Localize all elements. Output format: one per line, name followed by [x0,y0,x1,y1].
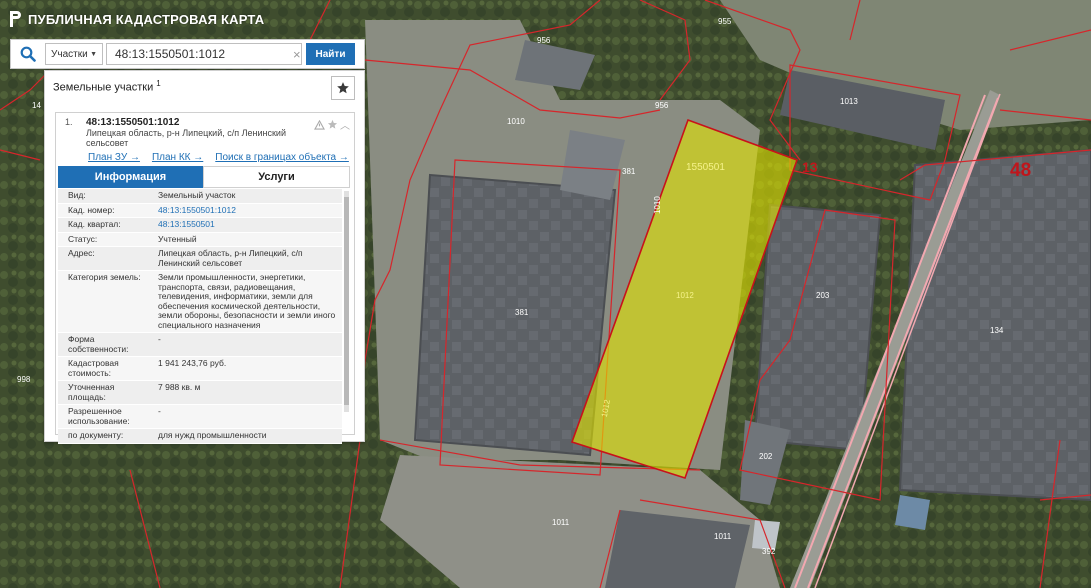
map-label-956: 956 [537,36,551,45]
map-label-14: 14 [32,101,41,110]
cad-quarter-link[interactable]: 48:13:1550501 [154,218,342,232]
result-count: 1 [156,79,161,88]
info-scrollbar[interactable] [344,191,349,412]
info-value: 7 988 кв. м [158,382,201,392]
search-icon[interactable] [11,40,45,68]
info-row-address: Адрес: Липецкая область, р-н Липецкий, с… [58,247,342,271]
info-key: по документу: [68,430,124,440]
tab-services[interactable]: Услуги [203,166,350,188]
map-label-1013: 1013 [840,97,858,106]
map-label-1550501: 1550501 [686,162,725,173]
info-row-cad-quarter: Кад. квартал: 48:13:1550501 [58,218,342,233]
search-input[interactable] [106,43,302,65]
map-label-956b: 956 [655,101,669,110]
info-key: Кад. номер: [68,204,115,215]
search-in-bounds-link[interactable]: Поиск в границах объекта → [215,152,349,163]
results-panel: Земельные участки 1 1. 48:13:1550501:101… [44,70,365,444]
map-label-134: 134 [990,326,1004,335]
info-value: - [158,406,161,416]
map-label-13: 13 [802,159,818,175]
info-value: Липецкая область, р-н Липецкий, с/п Лени… [158,248,303,268]
info-row-area: Уточненная площадь: 7 988 кв. м [58,381,342,405]
favorite-button[interactable] [331,76,355,100]
cad-number-link[interactable]: 48:13:1550501:1012 [154,204,342,218]
info-key: Уточненная площадь: [68,382,115,402]
clear-search-icon[interactable]: × [293,47,301,62]
info-value: - [158,334,161,344]
star-icon [337,82,349,94]
result-number: 1. [65,117,73,127]
info-value: для нужд промышленности [158,430,267,440]
caret-down-icon: ▼ [90,50,97,58]
result-card: 1. 48:13:1550501:1012 Липецкая область, … [55,112,355,444]
info-key: Адрес: [68,248,95,258]
result-actions: ︿ [314,117,350,132]
map-label-1011b: 1011 [714,532,732,541]
result-tabs: Информация Услуги [58,166,350,188]
map-label-203: 203 [816,291,830,300]
result-links: План ЗУ → План КК → Поиск в границах объ… [88,152,349,163]
info-row-land-category: Категория земель: Земли промышленности, … [58,271,342,333]
search-bar: Участки ▼ × Найти [10,39,365,69]
info-value: Учтенный [158,233,197,244]
info-key: Категория земель: [68,272,141,282]
info-value: 1 941 243,76 руб. [158,358,227,368]
map-label-202: 202 [759,452,773,461]
info-row-cad-number: Кад. номер: 48:13:1550501:1012 [58,203,342,218]
map-label-392: 392 [762,547,776,556]
info-row-ownership: Форма собственности: - [58,333,342,357]
map-label-48: 48 [1010,160,1031,181]
info-row-type: Вид: Земельный участок [58,189,342,204]
info-table: Вид: Земельный участок Кад. номер: 48:13… [58,189,342,444]
info-key: Разрешенное использование: [68,406,130,426]
building-134 [898,148,1091,502]
info-row-permitted-use: Разрешенное использование: - [58,405,342,429]
info-key: Кадастровая стоимость: [68,358,119,378]
plan-zu-link[interactable]: План ЗУ → [88,152,140,163]
rosreestr-logo-icon [10,11,21,27]
app-header: ПУБЛИЧНАЯ КАДАСТРОВАЯ КАРТА [8,8,264,30]
info-value: Земельный участок [158,190,236,200]
map-label-1011: 1011 [552,518,570,527]
result-address: Липецкая область, р-н Липецкий, с/п Лени… [86,128,286,148]
star-outline-icon[interactable] [327,119,338,130]
panel-title-text: Земельные участки [53,81,154,94]
info-key: Форма собственности: [68,334,129,354]
info-row-cad-value: Кадастровая стоимость: 1 941 243,76 руб. [58,357,342,381]
building-blue [895,495,930,530]
info-key: Кад. квартал: [68,219,121,229]
map-label-1012: 1012 [676,291,694,300]
info-row-status: Статус: Учтенный [58,232,342,247]
map-label-381b: 381 [515,308,529,317]
find-button[interactable]: Найти [306,43,355,65]
collapse-chevron-icon[interactable]: ︿ [340,117,350,132]
info-key: Вид: [68,190,86,200]
app-title: ПУБЛИЧНАЯ КАДАСТРОВАЯ КАРТА [28,11,265,27]
result-cad-number[interactable]: 48:13:1550501:1012 [86,117,179,128]
info-row-by-document: по документу: для нужд промышленности [58,429,342,444]
map-label-955: 955 [718,17,732,26]
info-value: Земли промышленности, энергетики, трансп… [158,272,336,330]
map-label-381: 381 [622,167,636,176]
map-label-998: 998 [17,375,31,384]
search-type-select[interactable]: Участки ▼ [45,43,103,65]
map-label-1010b: 1010 [653,196,662,214]
plan-kk-link[interactable]: План КК → [152,152,203,163]
scrollbar-thumb[interactable] [344,197,349,405]
tab-information[interactable]: Информация [58,166,203,188]
map-label-1010: 1010 [507,117,525,126]
warning-icon[interactable] [314,119,325,130]
info-key: Статус: [68,233,98,244]
panel-title: Земельные участки 1 [53,79,161,94]
search-type-label: Участки [51,48,88,60]
